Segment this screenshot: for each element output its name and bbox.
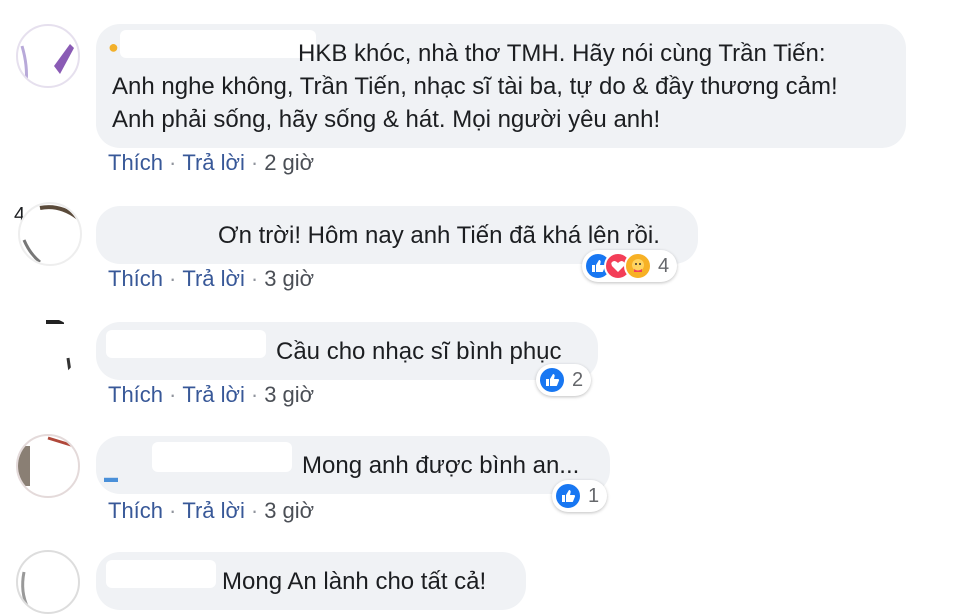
separator-dot: · (169, 498, 177, 523)
reply-link[interactable]: Trả lời (182, 498, 245, 523)
author-name-redacted[interactable] (106, 330, 266, 358)
like-link[interactable]: Thích (108, 266, 163, 291)
reaction-count: 4 (658, 254, 670, 277)
avatar-image-icon (21, 571, 30, 609)
reaction-summary[interactable]: 1 (552, 480, 608, 512)
avatar-image-icon (46, 320, 72, 373)
like-icon (554, 482, 582, 510)
timestamp[interactable]: 3 giờ (264, 266, 314, 291)
separator-dot: · (250, 266, 259, 291)
separator-dot: · (250, 382, 259, 407)
separator-dot: · (250, 150, 259, 175)
author-name-redacted[interactable] (106, 560, 216, 588)
comment-line: Anh nghe không, Trần Tiến, nhạc sĩ tài b… (112, 73, 838, 100)
separator-dot: · (169, 150, 177, 175)
separator-dot: · (169, 266, 177, 291)
like-icon (538, 366, 566, 394)
avatar-image-icon (20, 44, 74, 85)
comment-bubble: Cầu cho nhạc sĩ bình phục (96, 322, 598, 380)
comment-bubble: ▬ Mong anh được bình an... (96, 436, 610, 494)
comment-line: Cầu cho nhạc sĩ bình phục (276, 338, 562, 365)
reaction-summary[interactable]: 2 (536, 364, 592, 396)
comment-line: Mong An lành cho tất cả! (222, 568, 487, 595)
comment-actions: Thích · Trả lời · 2 giờ (108, 150, 314, 176)
avatar-image-icon (22, 205, 80, 264)
reply-link[interactable]: Trả lời (182, 150, 245, 175)
timestamp[interactable]: 2 giờ (264, 150, 314, 175)
comment-line: Anh phải sống, hãy sống & hát. Mọi người… (112, 106, 661, 133)
avatar[interactable] (16, 434, 80, 498)
separator-dot: · (250, 498, 259, 523)
comment-actions: Thích · Trả lời · 3 giờ (108, 382, 314, 408)
comment-line: Ơn trời! Hôm nay anh Tiến đã khá lên rồi… (218, 222, 660, 249)
avatar[interactable] (16, 24, 80, 88)
author-name-redacted[interactable] (152, 442, 292, 472)
author-name-redacted[interactable] (120, 30, 316, 58)
comment-bubble: Mong An lành cho tất cả! (96, 552, 526, 610)
avatar-image-icon (18, 436, 75, 486)
comment-line: Mong anh được bình an... (302, 452, 580, 479)
care-icon (624, 252, 652, 280)
comment-line: HKB khóc, nhà thơ TMH. Hãy nói cùng Trần… (298, 40, 826, 67)
timestamp[interactable]: 3 giờ (264, 498, 314, 523)
reaction-count: 2 (572, 368, 584, 391)
like-link[interactable]: Thích (108, 498, 163, 523)
comment-bubble: ● HKB khóc, nhà thơ TMH. Hãy nói cùng Tr… (96, 24, 906, 148)
timestamp[interactable]: 3 giờ (264, 382, 314, 407)
avatar[interactable] (18, 318, 78, 378)
reaction-summary[interactable]: 4 (582, 250, 678, 282)
avatar[interactable] (16, 550, 80, 614)
comment-actions: Thích · Trả lời · 3 giờ (108, 498, 314, 524)
reply-link[interactable]: Trả lời (182, 382, 245, 407)
reply-link[interactable]: Trả lời (182, 266, 245, 291)
avatar[interactable] (18, 202, 82, 266)
author-badge-icon: ▬ (104, 469, 118, 485)
like-link[interactable]: Thích (108, 382, 163, 407)
author-badge-icon: ● (108, 37, 119, 57)
like-link[interactable]: Thích (108, 150, 163, 175)
separator-dot: · (169, 382, 177, 407)
reaction-count: 1 (588, 484, 600, 507)
comment-actions: Thích · Trả lời · 3 giờ (108, 266, 314, 292)
